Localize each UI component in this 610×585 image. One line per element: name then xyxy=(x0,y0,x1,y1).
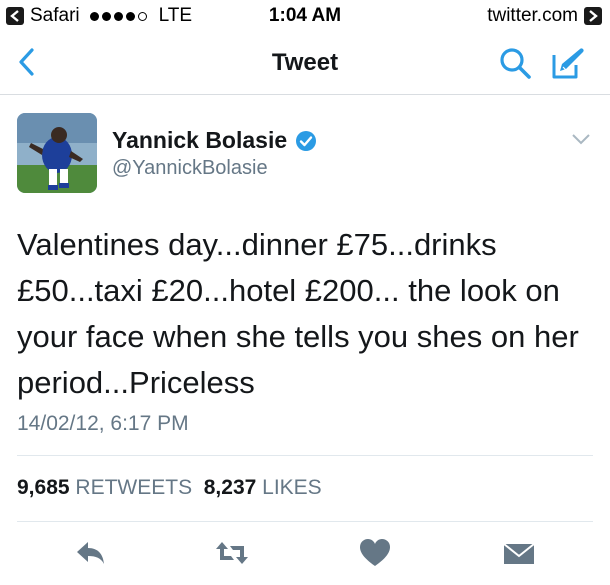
author-handle[interactable]: @YannickBolasie xyxy=(112,157,268,180)
divider xyxy=(17,521,593,522)
chevron-down-icon xyxy=(572,134,590,145)
retweet-icon xyxy=(216,542,248,564)
retweets-stat[interactable]: 9,685 RETWEETS xyxy=(17,476,192,499)
reply-icon xyxy=(77,542,104,564)
direct-message-button[interactable] xyxy=(502,538,536,568)
compose-icon xyxy=(552,48,584,79)
author-name-row[interactable]: Yannick Bolasie xyxy=(112,127,317,154)
compose-button[interactable] xyxy=(550,45,588,81)
likes-label: LIKES xyxy=(262,476,322,499)
likes-stat[interactable]: 8,237 LIKES xyxy=(204,476,322,499)
retweets-count: 9,685 xyxy=(17,476,70,499)
divider xyxy=(17,455,593,456)
retweets-label: RETWEETS xyxy=(75,476,193,499)
tweet-timestamp: 14/02/12, 6:17 PM xyxy=(17,412,189,435)
forward-app-label[interactable]: twitter.com xyxy=(487,5,578,27)
like-button[interactable] xyxy=(358,538,392,568)
status-bar: Safari LTE 1:04 AM twitter.com xyxy=(0,0,610,30)
heart-icon xyxy=(360,539,390,566)
retweet-button[interactable] xyxy=(214,538,248,568)
navigation-bar: Tweet xyxy=(0,30,610,95)
tweet-stats: 9,685 RETWEETS 8,237 LIKES xyxy=(17,476,322,500)
search-button[interactable] xyxy=(498,46,532,80)
status-bar-right: twitter.com xyxy=(487,5,602,27)
author-name[interactable]: Yannick Bolasie xyxy=(112,127,287,154)
tweet-text: Valentines day...dinner £75...drinks £50… xyxy=(17,227,579,400)
message-icon xyxy=(503,543,535,564)
avatar[interactable] xyxy=(17,113,97,193)
reply-button[interactable] xyxy=(74,538,108,568)
verified-badge-icon xyxy=(296,130,317,151)
tweet-options-button[interactable] xyxy=(570,131,592,147)
search-icon xyxy=(500,48,531,79)
forward-to-app-icon[interactable] xyxy=(584,7,602,25)
likes-count: 8,237 xyxy=(203,476,257,499)
